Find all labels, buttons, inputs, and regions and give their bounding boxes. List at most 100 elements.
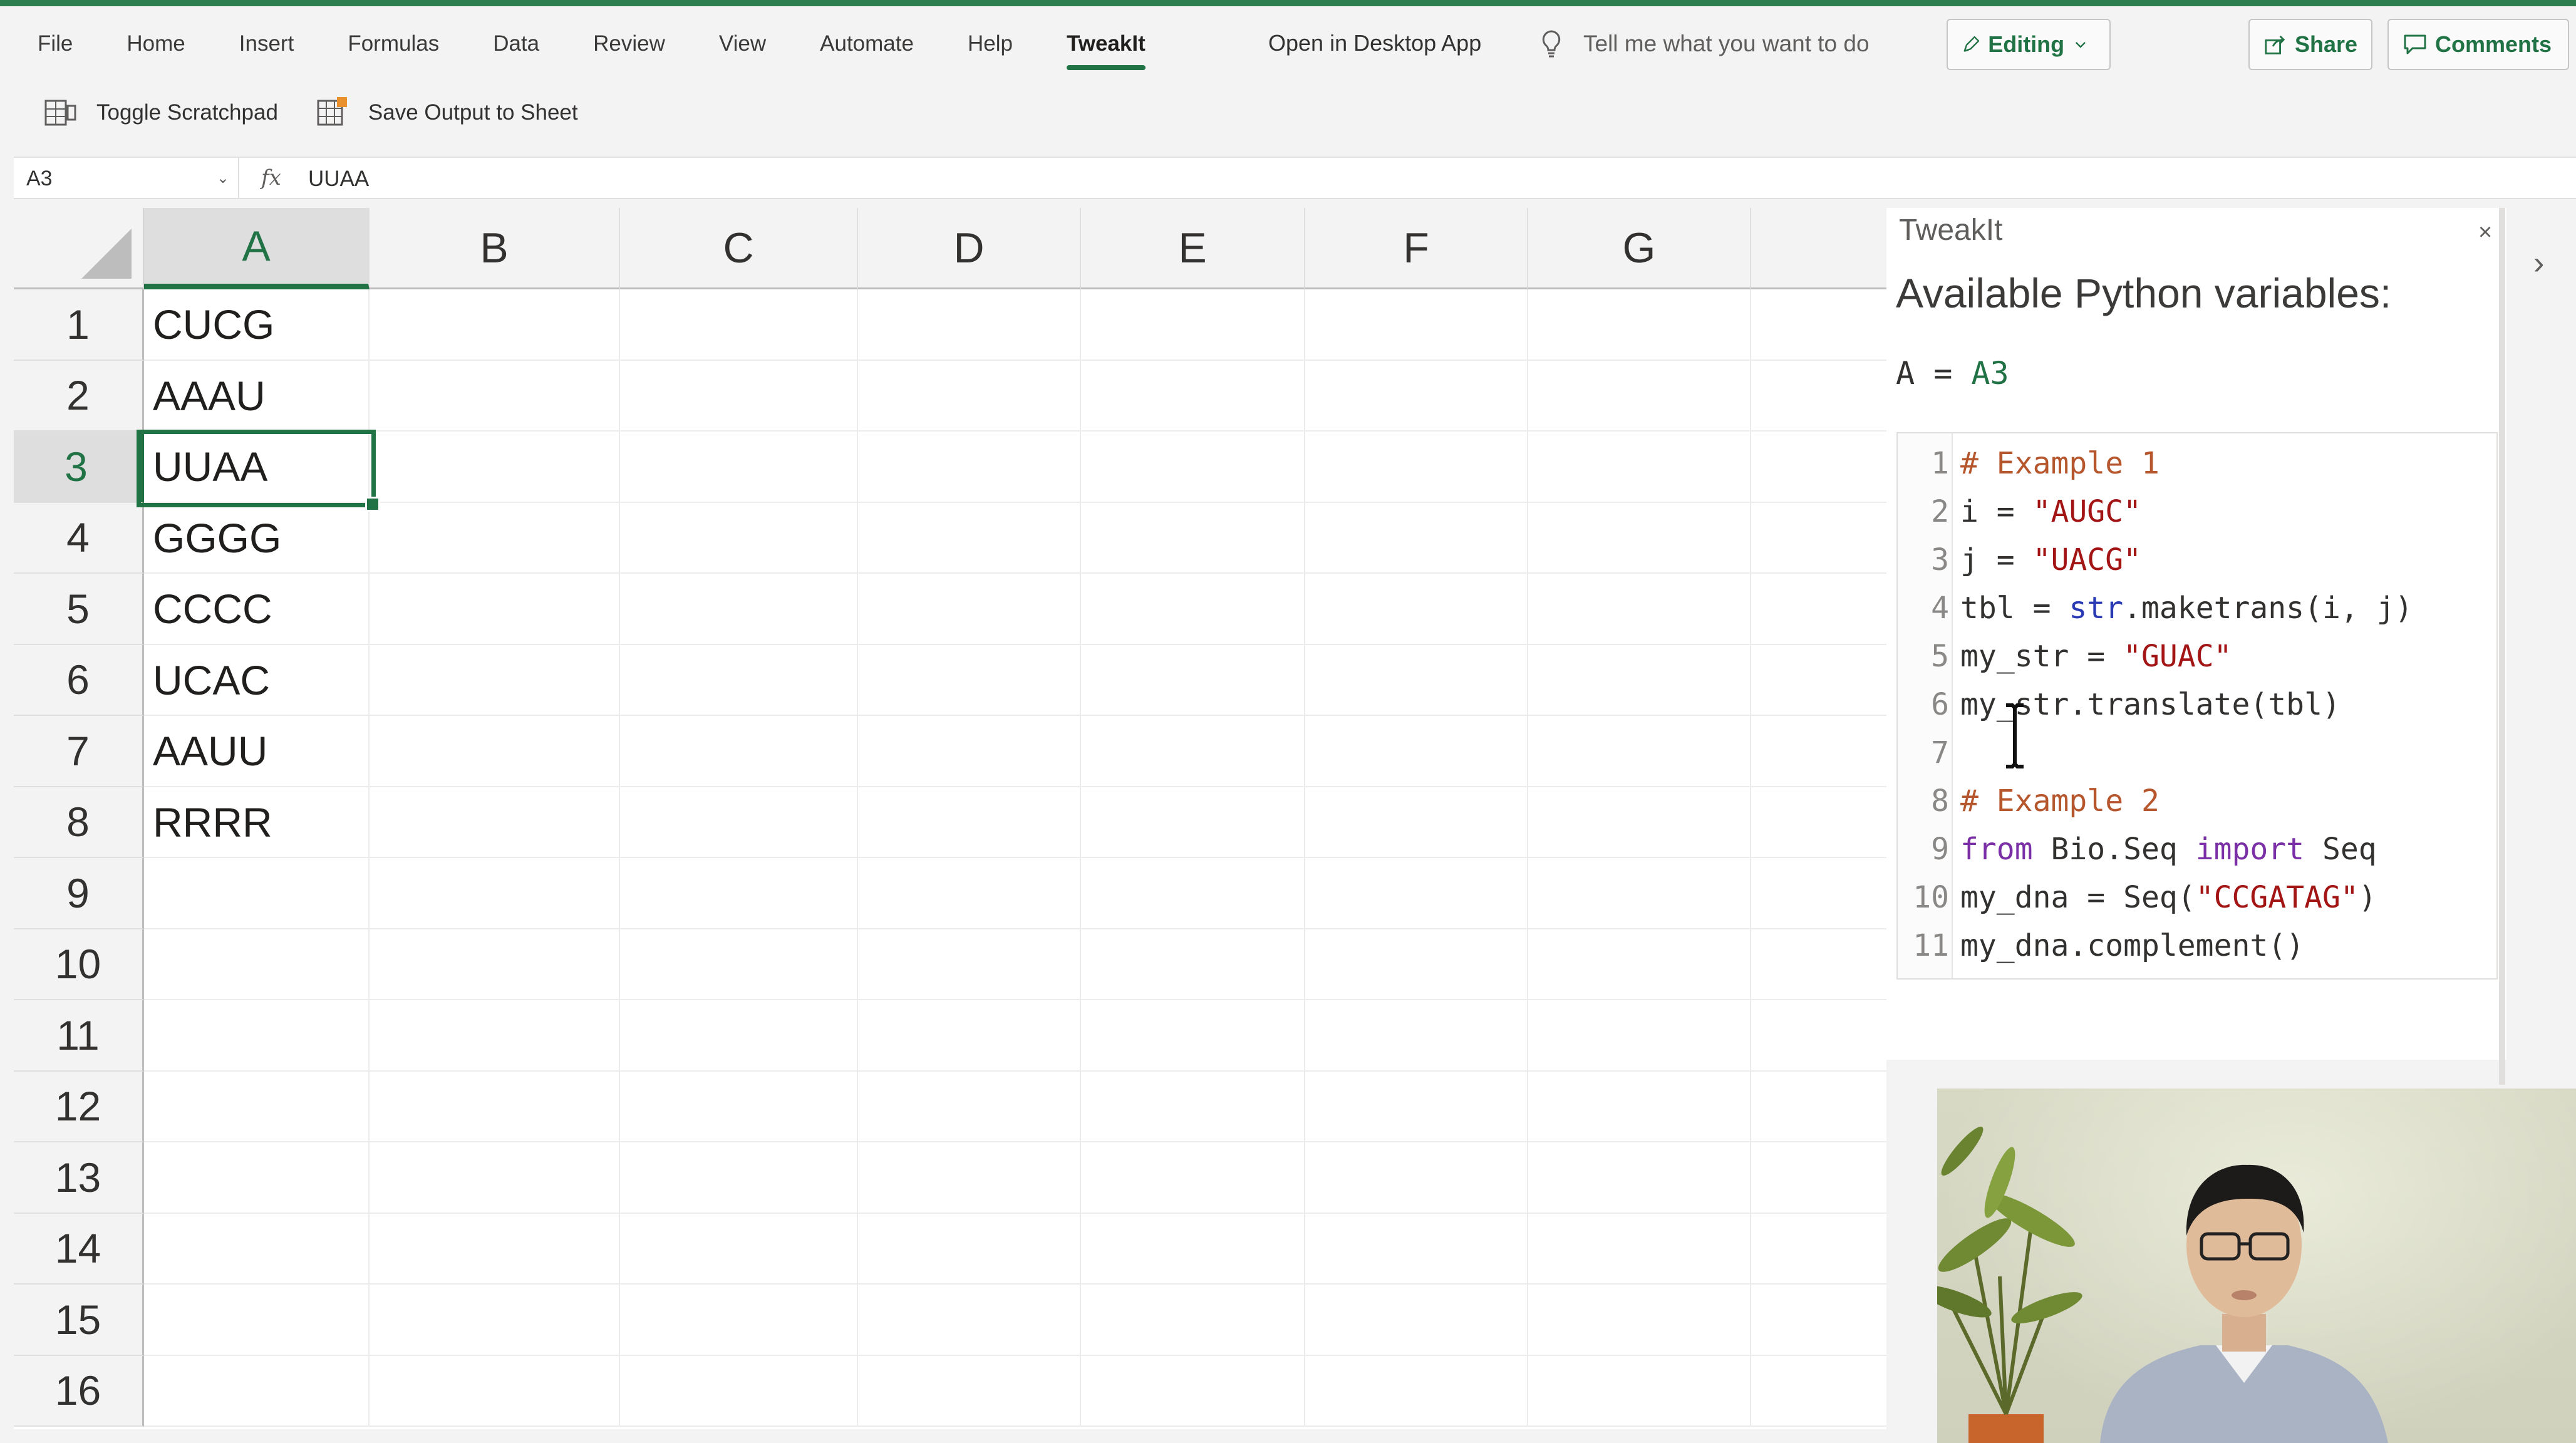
cell-e2[interactable]	[1081, 360, 1305, 432]
cell-e14[interactable]	[1081, 1213, 1305, 1285]
row-header-7[interactable]: 7	[14, 716, 144, 787]
cell-d5[interactable]	[858, 574, 1081, 645]
formula-input[interactable]: UUAA	[308, 167, 369, 192]
cell-b12[interactable]	[370, 1071, 620, 1142]
cell-g8[interactable]	[1528, 787, 1751, 858]
cell-a7[interactable]: AAUU	[144, 716, 370, 787]
tab-tweakit[interactable]: TweakIt	[1066, 31, 1146, 70]
cell-h6[interactable]	[1751, 645, 1886, 716]
cell-d16[interactable]	[858, 1355, 1081, 1427]
cell-c14[interactable]	[620, 1213, 858, 1285]
cell-d2[interactable]	[858, 360, 1081, 432]
share-button[interactable]: Share	[2248, 19, 2372, 70]
cell-e7[interactable]	[1081, 716, 1305, 787]
cell-c2[interactable]	[620, 360, 858, 432]
cell-a13[interactable]	[144, 1142, 370, 1214]
select-all-corner[interactable]	[14, 208, 144, 289]
code-line[interactable]: 6 my_str.translate(tbl)	[1898, 681, 2498, 729]
cell-c4[interactable]	[620, 502, 858, 574]
cell-d8[interactable]	[858, 787, 1081, 858]
cell-b11[interactable]	[370, 1000, 620, 1072]
cell-e8[interactable]	[1081, 787, 1305, 858]
cell-h15[interactable]	[1751, 1285, 1886, 1356]
cell-a1[interactable]: CUCG	[144, 289, 370, 361]
cell-h9[interactable]	[1751, 858, 1886, 929]
cell-c13[interactable]	[620, 1142, 858, 1214]
code-line[interactable]: 7	[1898, 729, 2498, 777]
cell-g4[interactable]	[1528, 502, 1751, 574]
cell-c10[interactable]	[620, 929, 858, 1000]
code-line[interactable]: 11 my_dna.complement()	[1898, 922, 2498, 970]
close-icon[interactable]: ×	[2478, 219, 2492, 246]
cell-f8[interactable]	[1305, 787, 1528, 858]
cell-g7[interactable]	[1528, 716, 1751, 787]
cell-d13[interactable]	[858, 1142, 1081, 1214]
cell-g10[interactable]	[1528, 929, 1751, 1000]
code-line[interactable]: 8 # Example 2	[1898, 777, 2498, 825]
tab-insert[interactable]: Insert	[239, 31, 294, 56]
name-box[interactable]: A3 ⌄	[14, 158, 239, 198]
tab-review[interactable]: Review	[593, 31, 665, 56]
cell-d9[interactable]	[858, 858, 1081, 929]
cell-h12[interactable]	[1751, 1072, 1886, 1142]
cell-h11[interactable]	[1751, 1000, 1886, 1072]
cell-e11[interactable]	[1081, 1000, 1305, 1072]
cell-g6[interactable]	[1528, 644, 1751, 716]
cell-b16[interactable]	[370, 1355, 620, 1427]
cell-f12[interactable]	[1305, 1071, 1528, 1142]
column-header-a[interactable]: A	[144, 208, 370, 289]
fx-icon[interactable]: fx	[261, 165, 281, 190]
code-line[interactable]: 5 my_str = "GUAC"	[1898, 633, 2498, 681]
cell-c8[interactable]	[620, 787, 858, 858]
cell-c6[interactable]	[620, 644, 858, 716]
cell-c1[interactable]	[620, 289, 858, 361]
cell-a6[interactable]: UCAC	[144, 644, 370, 716]
tab-formulas[interactable]: Formulas	[348, 31, 439, 56]
cell-a8[interactable]: RRRR	[144, 787, 370, 858]
cell-d11[interactable]	[858, 1000, 1081, 1072]
cell-a5[interactable]: CCCC	[144, 574, 370, 645]
cell-a3[interactable]: UUAA	[144, 432, 370, 503]
cell-h13[interactable]	[1751, 1142, 1886, 1214]
cell-g3[interactable]	[1528, 432, 1751, 503]
cell-b7[interactable]	[370, 716, 620, 787]
row-header-13[interactable]: 13	[14, 1142, 144, 1214]
cell-a2[interactable]: AAAU	[144, 360, 370, 432]
row-header-15[interactable]: 15	[14, 1285, 144, 1356]
cell-f13[interactable]	[1305, 1142, 1528, 1214]
variable-reference[interactable]: A3	[1971, 355, 2009, 391]
cell-b9[interactable]	[370, 858, 620, 929]
chevron-right-icon[interactable]: ›	[2533, 244, 2544, 282]
cell-g1[interactable]	[1528, 289, 1751, 361]
cell-f9[interactable]	[1305, 858, 1528, 929]
cell-f6[interactable]	[1305, 644, 1528, 716]
cell-b10[interactable]	[370, 929, 620, 1000]
cell-f11[interactable]	[1305, 1000, 1528, 1072]
cell-e9[interactable]	[1081, 858, 1305, 929]
cell-f2[interactable]	[1305, 360, 1528, 432]
cell-b3[interactable]	[370, 432, 620, 503]
cell-e16[interactable]	[1081, 1355, 1305, 1427]
column-header-f[interactable]: F	[1305, 208, 1528, 289]
code-line[interactable]: 10 my_dna = Seq("CCGATAG")	[1898, 874, 2498, 922]
cell-h14[interactable]	[1751, 1214, 1886, 1285]
cell-f14[interactable]	[1305, 1213, 1528, 1285]
cell-f16[interactable]	[1305, 1355, 1528, 1427]
cell-b8[interactable]	[370, 787, 620, 858]
cell-d6[interactable]	[858, 644, 1081, 716]
cell-e12[interactable]	[1081, 1071, 1305, 1142]
row-header-1[interactable]: 1	[14, 289, 144, 361]
chevron-down-icon[interactable]: ⌄	[217, 169, 229, 187]
row-header-8[interactable]: 8	[14, 787, 144, 858]
cell-d14[interactable]	[858, 1213, 1081, 1285]
cell-b6[interactable]	[370, 644, 620, 716]
row-header-2[interactable]: 2	[14, 360, 144, 432]
cell-h3[interactable]	[1751, 432, 1886, 503]
cell-c7[interactable]	[620, 716, 858, 787]
cell-a11[interactable]	[144, 1000, 370, 1072]
cell-a15[interactable]	[144, 1285, 370, 1356]
cell-f15[interactable]	[1305, 1285, 1528, 1356]
cell-g11[interactable]	[1528, 1000, 1751, 1072]
cell-d7[interactable]	[858, 716, 1081, 787]
editing-mode-button[interactable]: Editing	[1947, 19, 2111, 70]
